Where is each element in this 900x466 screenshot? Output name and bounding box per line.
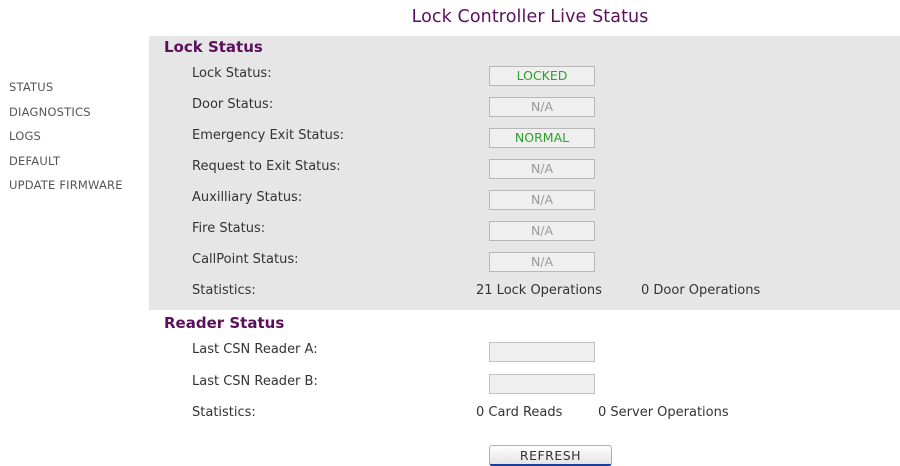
server-operations-count: 0 Server Operations <box>598 405 729 420</box>
last-csn-reader-a-label: Last CSN Reader A: <box>192 342 318 357</box>
reader-status-heading: Reader Status <box>164 314 285 332</box>
last-csn-reader-b-label: Last CSN Reader B: <box>192 374 318 389</box>
nav-item-logs[interactable]: LOGS <box>9 129 123 154</box>
request-to-exit-status-value: N/A <box>489 159 595 179</box>
side-nav: STATUS DIAGNOSTICS LOGS DEFAULT UPDATE F… <box>9 80 123 203</box>
nav-item-update-firmware[interactable]: UPDATE FIRMWARE <box>9 178 123 203</box>
auxilliary-status-label: Auxilliary Status: <box>192 190 303 205</box>
door-status-value: N/A <box>489 97 595 117</box>
last-csn-reader-a-field <box>489 342 595 362</box>
request-to-exit-status-label: Request to Exit Status: <box>192 159 341 174</box>
auxilliary-status-value: N/A <box>489 190 595 210</box>
door-status-label: Door Status: <box>192 97 274 112</box>
emergency-exit-status-label: Emergency Exit Status: <box>192 128 345 143</box>
fire-status-value: N/A <box>489 221 595 241</box>
lock-statistics-label: Statistics: <box>192 283 256 298</box>
card-reads-count: 0 Card Reads <box>476 405 563 420</box>
reader-statistics-label: Statistics: <box>192 405 256 420</box>
lock-operations-count: 21 Lock Operations <box>476 283 602 298</box>
callpoint-status-value: N/A <box>489 252 595 272</box>
callpoint-status-label: CallPoint Status: <box>192 252 299 267</box>
nav-item-default[interactable]: DEFAULT <box>9 154 123 179</box>
nav-item-status[interactable]: STATUS <box>9 80 123 105</box>
emergency-exit-status-value: NORMAL <box>489 128 595 148</box>
lock-status-value: LOCKED <box>489 66 595 86</box>
door-operations-count: 0 Door Operations <box>641 283 761 298</box>
nav-item-diagnostics[interactable]: DIAGNOSTICS <box>9 105 123 130</box>
lock-status-label: Lock Status: <box>192 66 272 81</box>
last-csn-reader-b-field <box>489 374 595 394</box>
lock-status-heading: Lock Status <box>164 38 263 56</box>
page-title: Lock Controller Live Status <box>411 7 649 27</box>
refresh-button[interactable]: REFRESH <box>489 445 612 466</box>
fire-status-label: Fire Status: <box>192 221 266 236</box>
